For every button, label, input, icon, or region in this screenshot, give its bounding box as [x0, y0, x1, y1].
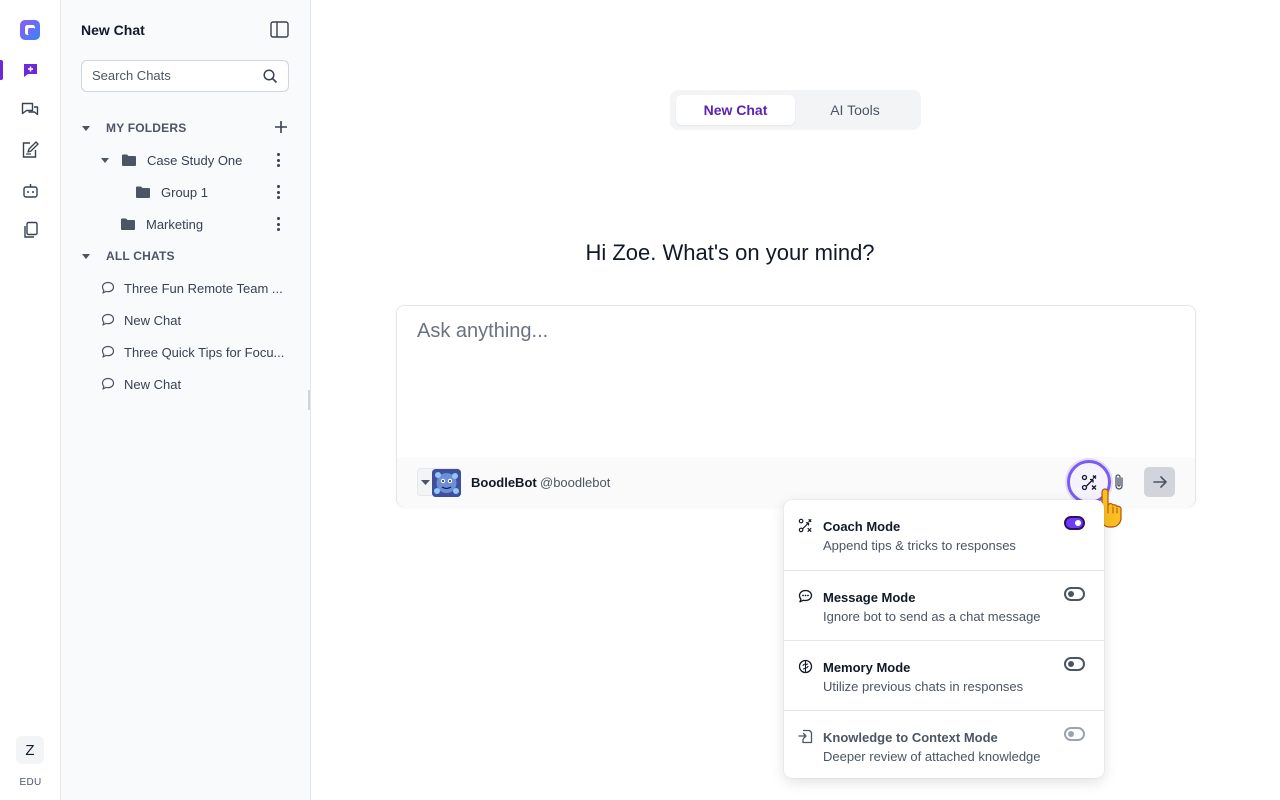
new-chat-nav-button[interactable]	[19, 59, 41, 81]
sidebar-collapse-icon[interactable]	[270, 21, 289, 38]
chat-title: Three Quick Tips for Focu...	[124, 344, 285, 360]
sidebar-resize-handle[interactable]	[308, 390, 310, 410]
coach-mode-toggle[interactable]	[1064, 516, 1085, 530]
message-input[interactable]	[417, 320, 1177, 440]
greeting-heading: Hi Zoe. What's on your mind?	[585, 240, 875, 265]
chat-bubble-icon	[101, 313, 115, 326]
caret-down-icon	[101, 158, 109, 163]
prompts-nav-button[interactable]	[19, 139, 41, 161]
mode-title: Knowledge to Context Mode	[823, 730, 998, 745]
search-icon[interactable]	[263, 69, 278, 84]
coach-mode-item[interactable]: Coach Mode Append tips & tricks to respo…	[784, 500, 1104, 570]
folder-icon	[136, 186, 150, 198]
active-nav-indicator	[0, 60, 3, 80]
bot-handle: @boodlebot	[540, 475, 611, 490]
chat-sidebar: New Chat MY FOLDERS Case Study One Group…	[61, 0, 311, 800]
all-chats-header[interactable]: ALL CHATS	[81, 246, 291, 266]
caret-down-icon	[421, 480, 430, 485]
bot-avatar	[432, 469, 461, 497]
message-composer: BoodleBot @boodlebot	[396, 305, 1196, 507]
folder-options-icon[interactable]	[274, 184, 282, 200]
knowledge-to-context-mode-toggle[interactable]	[1064, 727, 1085, 741]
memory-mode-toggle[interactable]	[1064, 657, 1085, 671]
folder-name: Group 1	[161, 184, 208, 200]
arrow-right-icon	[1152, 476, 1167, 488]
message-mode-item[interactable]: Message Mode Ignore bot to send as a cha…	[784, 570, 1104, 640]
tab-ai-tools[interactable]: AI Tools	[800, 95, 910, 125]
folder-name: Marketing	[146, 216, 204, 232]
icon-rail: Z EDU	[0, 0, 61, 800]
folder-group-1[interactable]: Group 1	[136, 180, 208, 204]
tab-new-chat[interactable]: New Chat	[676, 95, 795, 125]
mode-description: Utilize previous chats in responses	[823, 679, 1024, 694]
user-avatar[interactable]: Z	[16, 736, 44, 764]
chat-list-item[interactable]: New Chat	[101, 309, 286, 331]
knowledge-import-icon	[798, 729, 813, 744]
coach-icon	[798, 518, 812, 533]
chat-title: New Chat	[124, 312, 182, 328]
folder-icon	[121, 218, 135, 230]
add-folder-icon[interactable]	[274, 120, 288, 134]
chats-nav-button[interactable]	[19, 99, 41, 121]
mode-tabs: New Chat AI Tools	[670, 90, 921, 130]
chat-bubble-icon	[101, 377, 115, 390]
bot-name: BoodleBot	[471, 475, 537, 490]
bots-nav-button[interactable]	[19, 179, 41, 201]
folder-marketing[interactable]: Marketing	[121, 212, 203, 236]
my-folders-label: MY FOLDERS	[106, 121, 187, 135]
chat-list-item[interactable]: Three Quick Tips for Focu...	[101, 341, 286, 363]
chat-mode-menu: Coach Mode Append tips & tricks to respo…	[784, 500, 1104, 778]
folder-name: Case Study One	[147, 152, 243, 168]
chat-bubble-icon	[101, 345, 115, 358]
chat-bubble-icon	[101, 281, 115, 294]
brain-icon	[798, 659, 813, 674]
memory-mode-item[interactable]: Memory Mode Utilize previous chats in re…	[784, 640, 1104, 710]
new-chat-icon	[23, 63, 37, 77]
bot-icon	[22, 183, 38, 198]
edit-note-icon	[22, 141, 39, 158]
bot-selector[interactable]	[417, 468, 461, 497]
documents-nav-button[interactable]	[19, 219, 41, 241]
folder-icon	[122, 154, 136, 166]
sidebar-title: New Chat	[81, 22, 145, 38]
knowledge-to-context-mode-item[interactable]: Knowledge to Context Mode Deeper review …	[784, 710, 1104, 780]
mode-description: Ignore bot to send as a chat message	[823, 609, 1041, 624]
message-bubble-icon	[798, 589, 813, 603]
chat-title: New Chat	[124, 376, 182, 392]
caret-down-icon	[82, 254, 90, 259]
folder-options-icon[interactable]	[274, 152, 282, 168]
chat-list-item[interactable]: Three Fun Remote Team ...	[101, 277, 286, 299]
mode-description: Append tips & tricks to responses	[823, 538, 1016, 553]
mode-title: Memory Mode	[823, 660, 911, 675]
documents-icon	[23, 221, 38, 238]
mode-title: Message Mode	[823, 590, 916, 605]
folder-case-study-one[interactable]: Case Study One	[100, 148, 242, 172]
chat-title: Three Fun Remote Team ...	[124, 280, 283, 296]
all-chats-label: ALL CHATS	[106, 249, 175, 263]
plan-label: EDU	[19, 777, 42, 788]
folder-options-icon[interactable]	[274, 216, 282, 232]
send-button[interactable]	[1144, 467, 1175, 497]
search-chats-field[interactable]	[81, 60, 289, 92]
mode-title: Coach Mode	[823, 519, 901, 534]
my-folders-header[interactable]: MY FOLDERS	[81, 118, 291, 138]
chat-list-item[interactable]: New Chat	[101, 373, 286, 395]
search-input[interactable]	[92, 68, 252, 83]
mode-description: Deeper review of attached knowledge	[823, 749, 1041, 764]
caret-down-icon	[82, 126, 90, 131]
chats-icon	[21, 102, 39, 115]
app-logo-icon[interactable]	[19, 19, 41, 41]
message-mode-toggle[interactable]	[1064, 587, 1085, 601]
